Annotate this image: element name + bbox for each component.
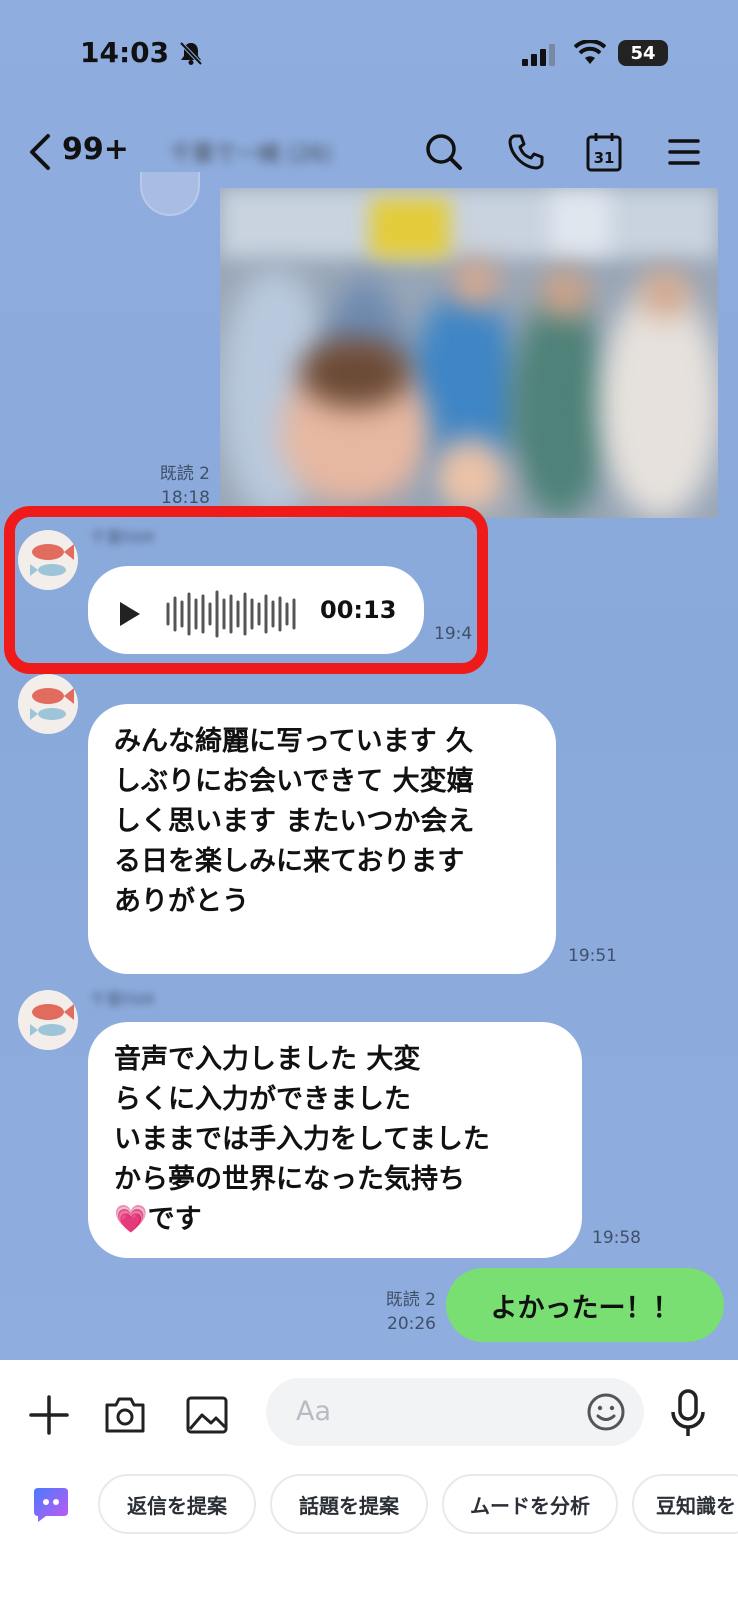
message-input[interactable]: Aa	[266, 1378, 644, 1446]
status-time: 14:03	[80, 36, 170, 69]
message-text: みんな綺麗に写っています 久 しぶりにお会いできて 大変嬉 しく思います またい…	[114, 726, 475, 917]
plus-icon	[29, 1395, 69, 1435]
sender-avatar[interactable]	[18, 990, 78, 1050]
search-button[interactable]	[420, 128, 468, 176]
highlight-box	[4, 506, 488, 674]
fish-avatar-icon	[30, 1004, 74, 1036]
call-button[interactable]	[502, 128, 550, 176]
message-text: 音声で入力しました 大変 らくに入力ができました いままでは手入力をしてました …	[114, 1044, 490, 1235]
message-text: よかったー！！	[490, 1292, 680, 1324]
suggestion-chips: 返信を提案 話題を提案 ムードを分析 豆知識を	[0, 1468, 738, 1544]
menu-button[interactable]	[660, 128, 708, 176]
image-button[interactable]	[182, 1390, 232, 1440]
image-icon	[186, 1396, 228, 1434]
battery-icon: 54	[618, 40, 668, 66]
camera-icon	[105, 1397, 145, 1433]
emoji-icon[interactable]	[586, 1392, 626, 1432]
chip-suggest-topic[interactable]: 話題を提案	[270, 1474, 428, 1534]
phone-icon	[508, 134, 544, 170]
ai-assistant-icon[interactable]	[30, 1482, 72, 1524]
text-message-bubble[interactable]: 音声で入力しました 大変 らくに入力ができました いままでは手入力をしてました …	[88, 1022, 582, 1258]
unread-count[interactable]: 99+	[62, 132, 129, 167]
chip-trivia[interactable]: 豆知識を	[632, 1474, 738, 1534]
read-label: 既読 2	[385, 1290, 436, 1310]
message-time: 19:51	[568, 946, 617, 966]
signal-icon	[522, 44, 555, 66]
message-time: 20:26	[387, 1314, 436, 1334]
calendar-icon: 31	[586, 133, 622, 172]
status-bar: 14:03 54	[0, 0, 738, 110]
menu-icon	[668, 139, 700, 165]
bell-mute-icon	[179, 41, 203, 66]
chat-header: 99+ 千葉で一緒 (26) 31	[0, 110, 738, 194]
calendar-day: 31	[594, 149, 615, 167]
back-icon[interactable]	[26, 130, 56, 174]
photo-read-receipt: 既読 2 18:18	[148, 462, 210, 510]
message-time: 19:58	[592, 1228, 641, 1248]
camera-button[interactable]	[100, 1390, 150, 1440]
sender-name: 千葉FAM	[90, 990, 155, 1009]
fish-avatar-icon	[30, 688, 74, 720]
chat-name[interactable]: 千葉で一緒 (26)	[170, 136, 370, 166]
photo-message[interactable]	[220, 188, 718, 518]
chip-suggest-reply[interactable]: 返信を提案	[98, 1474, 256, 1534]
my-read-receipt: 既読 2 20:26	[368, 1288, 436, 1336]
chip-analyze-mood[interactable]: ムードを分析	[442, 1474, 618, 1534]
input-placeholder: Aa	[296, 1396, 332, 1427]
input-area: Aa 返信を提案 話題を提案 ムードを分析 豆知識を	[0, 1360, 738, 1600]
text-message-bubble[interactable]: みんな綺麗に写っています 久 しぶりにお会いできて 大変嬉 しく思います またい…	[88, 704, 556, 974]
my-message-bubble[interactable]: よかったー！！	[446, 1268, 724, 1342]
wifi-icon	[574, 40, 606, 64]
calendar-button[interactable]: 31	[580, 128, 628, 176]
sender-avatar[interactable]	[18, 674, 78, 734]
plus-button[interactable]	[24, 1390, 74, 1440]
mic-icon[interactable]	[668, 1388, 708, 1440]
search-icon	[426, 134, 462, 170]
read-label: 既読 2	[159, 464, 210, 484]
